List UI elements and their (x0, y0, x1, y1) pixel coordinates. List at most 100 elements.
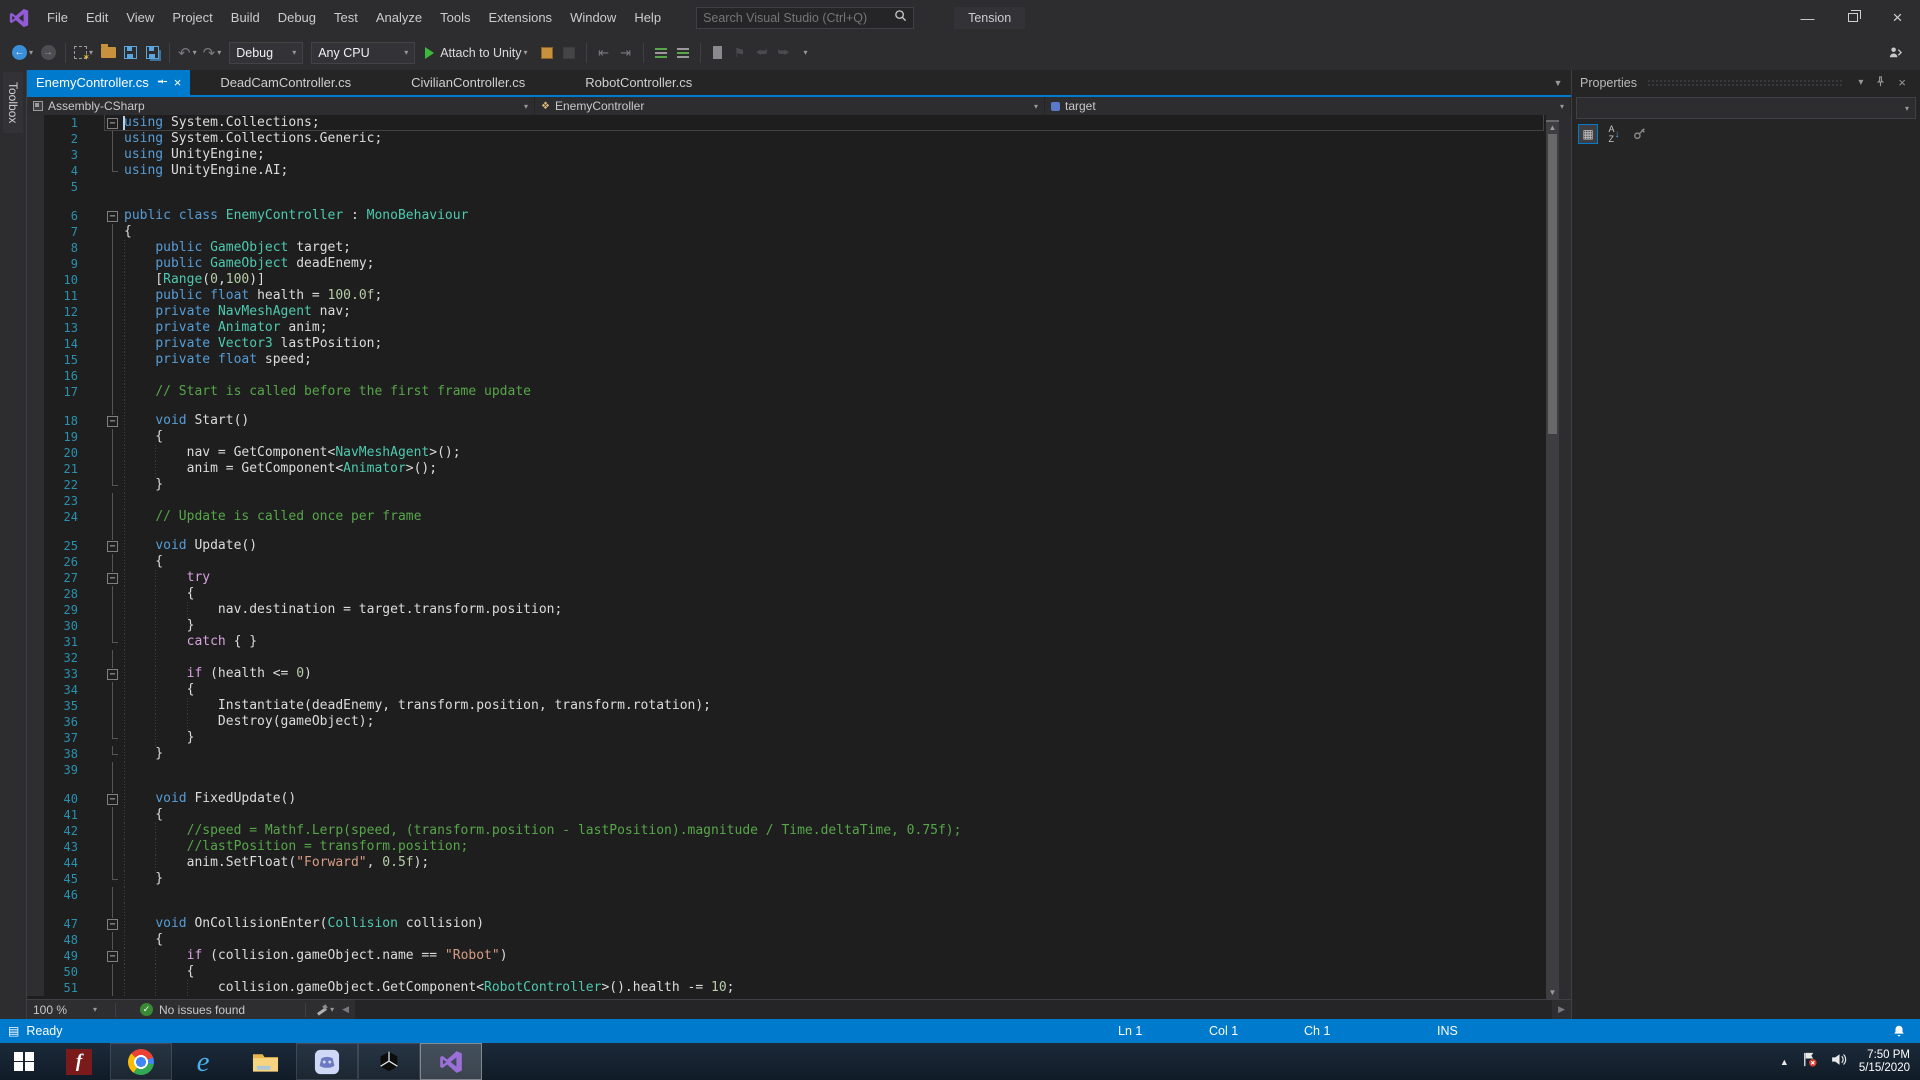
code-line-28[interactable]: 28 { (27, 586, 1546, 602)
close-panel-icon[interactable]: × (1892, 75, 1912, 90)
uncomment-button[interactable] (672, 41, 694, 65)
code-line-34[interactable]: 34 { (27, 682, 1546, 698)
code-line-40[interactable]: 40 void FixedUpdate()− (27, 778, 1546, 807)
fold-collapse-icon[interactable]: − (107, 416, 118, 427)
notifications-bell-icon[interactable] (1892, 1024, 1906, 1038)
comment-button[interactable] (650, 41, 672, 65)
platform-dropdown[interactable]: Any CPU▾ (311, 42, 415, 64)
code-line-37[interactable]: 37 } (27, 730, 1546, 746)
menu-item-edit[interactable]: Edit (77, 0, 117, 35)
code-cleanup-icon[interactable] (316, 1004, 328, 1016)
fold-collapse-icon[interactable]: − (107, 211, 118, 222)
vertical-scrollbar-track[interactable] (1546, 134, 1559, 987)
start-button[interactable] (0, 1043, 48, 1080)
open-file-button[interactable] (97, 41, 119, 65)
code-line-25[interactable]: 25 void Update()− (27, 525, 1546, 554)
taskbar-internet-explorer-button[interactable]: e (172, 1043, 234, 1080)
code-line-45[interactable]: 45 } (27, 871, 1546, 887)
restore-button[interactable] (1830, 0, 1875, 35)
search-input[interactable] (703, 11, 894, 25)
tab-close-icon[interactable]: × (174, 75, 182, 90)
code-line-31[interactable]: 31 catch { } (27, 634, 1546, 650)
issues-status-label[interactable]: No issues found (159, 1003, 245, 1017)
code-line-10[interactable]: 10 [Range(0,100)] (27, 272, 1546, 288)
tab-deadcamcontroller[interactable]: DeadCamController.cs (190, 70, 381, 95)
code-line-17[interactable]: 17 // Start is called before the first f… (27, 384, 1546, 400)
categorized-view-icon[interactable]: ▦ (1578, 124, 1598, 144)
redo-button[interactable]: ↷▾ (201, 41, 226, 65)
decrease-indent-button[interactable]: ⇤ (593, 41, 615, 65)
code-line-43[interactable]: 43 //lastPosition = transform.position; (27, 839, 1546, 855)
tab-list-dropdown-icon[interactable]: ▼ (1545, 70, 1571, 95)
scroll-up-icon[interactable]: ▲ (1549, 122, 1557, 134)
volume-icon[interactable] (1830, 1051, 1847, 1073)
code-line-8[interactable]: 8 public GameObject target; (27, 240, 1546, 256)
code-line-26[interactable]: 26 { (27, 554, 1546, 570)
taskbar-visual-studio-button[interactable] (420, 1043, 482, 1080)
next-bookmark-button[interactable]: ⮩ (773, 41, 795, 65)
live-share-button[interactable] (1884, 41, 1906, 65)
code-line-42[interactable]: 42 //speed = Mathf.Lerp(speed, (transfor… (27, 823, 1546, 839)
project-dropdown[interactable]: Assembly-CSharp▾ (27, 97, 535, 115)
block-selection-button[interactable] (707, 41, 729, 65)
panel-menu-icon[interactable]: ▾ (1852, 77, 1869, 88)
fold-collapse-icon[interactable]: − (107, 919, 118, 930)
menu-item-tools[interactable]: Tools (431, 0, 479, 35)
fold-collapse-icon[interactable]: − (107, 573, 118, 584)
vertical-scrollbar[interactable]: ▲ ▼ (1546, 115, 1559, 999)
increase-indent-button[interactable]: ⇥ (615, 41, 637, 65)
navigate-forward-button[interactable]: → (37, 41, 59, 65)
code-line-3[interactable]: 3using UnityEngine; (27, 147, 1546, 163)
hscroll-left-icon[interactable]: ◀ (336, 1004, 355, 1015)
attach-to-unity-button[interactable]: Attach to Unity▾ (419, 41, 535, 65)
type-dropdown[interactable]: ❖ EnemyController▾ (535, 97, 1045, 115)
search-icon[interactable] (894, 9, 907, 27)
code-line-32[interactable]: 32 (27, 650, 1546, 666)
preview-changes-button[interactable] (558, 41, 580, 65)
code-line-9[interactable]: 9 public GameObject deadEnemy; (27, 256, 1546, 272)
code-line-50[interactable]: 50 { (27, 964, 1546, 980)
new-project-button[interactable]: ▾ (72, 41, 97, 65)
scroll-down-icon[interactable]: ▼ (1549, 987, 1557, 999)
taskbar-clock[interactable]: 7:50 PM 5/15/2020 (1859, 1049, 1910, 1075)
code-line-27[interactable]: 27 try− (27, 570, 1546, 586)
code-line-18[interactable]: 18 void Start()− (27, 400, 1546, 429)
minimize-button[interactable]: — (1785, 0, 1830, 35)
zoom-control[interactable]: 100 %▾ (27, 1003, 105, 1017)
toolbar-overflow-button[interactable]: ▾ (795, 41, 817, 65)
menu-item-file[interactable]: File (38, 0, 77, 35)
fold-collapse-icon[interactable]: − (107, 118, 118, 129)
menu-item-view[interactable]: View (117, 0, 163, 35)
fold-collapse-icon[interactable]: − (107, 794, 118, 805)
code-line-48[interactable]: 48 { (27, 932, 1546, 948)
code-line-39[interactable]: 39 (27, 762, 1546, 778)
menu-item-window[interactable]: Window (561, 0, 625, 35)
code-line-22[interactable]: 22 } (27, 477, 1546, 493)
code-cleanup-caret[interactable]: ▾ (328, 1005, 336, 1014)
code-line-4[interactable]: 4using UnityEngine.AI; (27, 163, 1546, 179)
code-line-16[interactable]: 16 (27, 368, 1546, 384)
code-line-29[interactable]: 29 nav.destination = target.transform.po… (27, 602, 1546, 618)
tab-pin-icon[interactable] (157, 75, 168, 90)
save-button[interactable] (119, 41, 141, 65)
taskbar-flash-button[interactable]: f (48, 1043, 110, 1080)
code-line-30[interactable]: 30 } (27, 618, 1546, 634)
code-line-7[interactable]: 7{ (27, 224, 1546, 240)
code-line-41[interactable]: 41 { (27, 807, 1546, 823)
tray-show-hidden-icons[interactable]: ▲ (1780, 1057, 1789, 1067)
code-line-1[interactable]: 1using System.Collections;− (27, 115, 1546, 131)
code-line-12[interactable]: 12 private NavMeshAgent nav; (27, 304, 1546, 320)
alphabetical-sort-icon[interactable]: AZ↓ (1604, 124, 1624, 144)
menu-item-help[interactable]: Help (625, 0, 670, 35)
code-line-13[interactable]: 13 private Animator anim; (27, 320, 1546, 336)
horizontal-scrollbar[interactable] (355, 1000, 1552, 1019)
action-center-flag-icon[interactable] (1801, 1051, 1818, 1073)
menu-item-extensions[interactable]: Extensions (479, 0, 561, 35)
code-line-44[interactable]: 44 anim.SetFloat("Forward", 0.5f); (27, 855, 1546, 871)
properties-object-dropdown[interactable]: ▾ (1576, 97, 1916, 119)
toolbox-tab[interactable]: Toolbox (3, 72, 23, 133)
undo-button[interactable]: ↶▾ (176, 41, 201, 65)
tab-robotcontroller[interactable]: RobotController.cs (555, 70, 722, 95)
code-line-14[interactable]: 14 private Vector3 lastPosition; (27, 336, 1546, 352)
hscroll-right-icon[interactable]: ▶ (1552, 1004, 1571, 1015)
